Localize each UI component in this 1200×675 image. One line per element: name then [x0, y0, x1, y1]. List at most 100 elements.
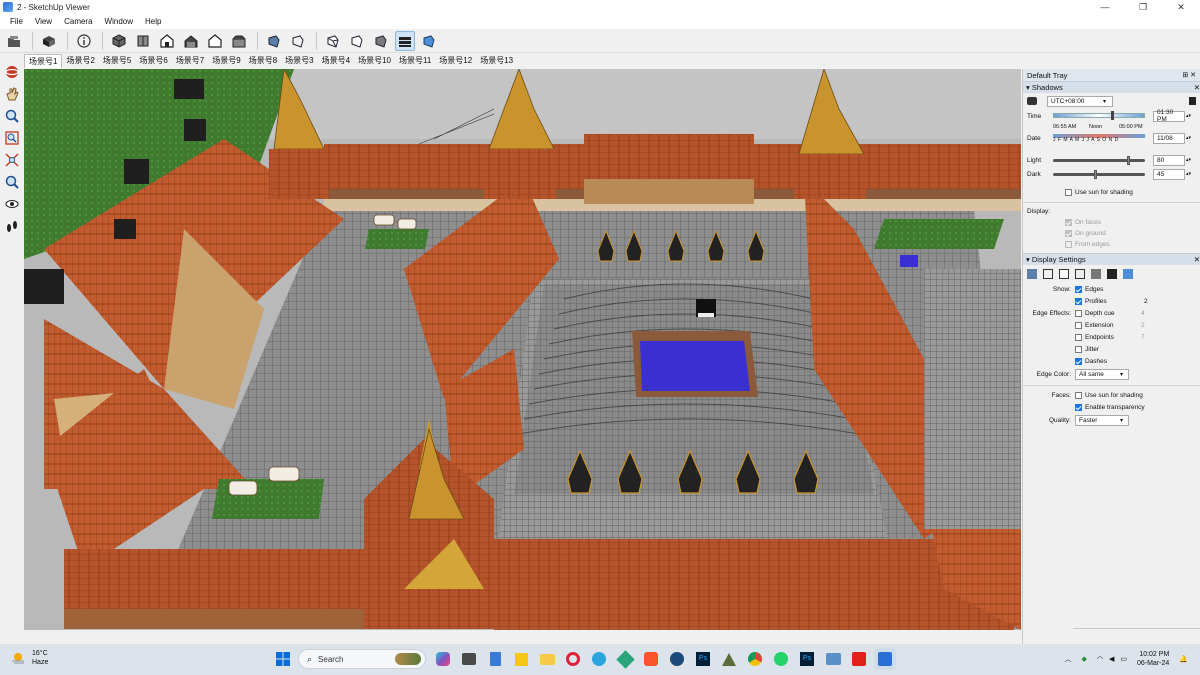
style-hidden-icon[interactable] [1059, 269, 1069, 279]
menu-help[interactable]: Help [145, 17, 161, 26]
sticky-notes-icon[interactable] [510, 648, 532, 670]
explorer-icon[interactable] [536, 648, 558, 670]
extension-value[interactable]: 2 [1141, 322, 1145, 329]
menu-window[interactable]: Window [105, 17, 133, 26]
menu-file[interactable]: File [10, 17, 23, 26]
scene-tab-9[interactable]: 场景号9 [208, 54, 244, 68]
xray-style-icon[interactable] [264, 31, 284, 51]
scene-tab-13[interactable]: 场景号13 [476, 54, 517, 68]
notepad-icon[interactable] [484, 648, 506, 670]
scene-tab-3[interactable]: 场景号3 [281, 54, 317, 68]
photoshop-icon[interactable]: Ps [692, 648, 714, 670]
dark-slider[interactable] [1053, 169, 1145, 179]
jitter-checkbox[interactable] [1075, 345, 1082, 353]
scene-tab-8[interactable]: 场景号8 [245, 54, 281, 68]
date-value-field[interactable]: 11/08 [1153, 132, 1185, 144]
maximize-button[interactable]: ❐ [1124, 0, 1162, 14]
close-button[interactable]: ✕ [1162, 0, 1200, 14]
previous-view-icon[interactable] [2, 172, 22, 192]
photoshop-icon-2[interactable]: Ps [796, 648, 818, 670]
tray-close-icon[interactable]: ⊞ ✕ [1182, 71, 1200, 79]
style-mono-icon[interactable] [1107, 269, 1117, 279]
copilot-icon[interactable] [432, 648, 454, 670]
time-slider[interactable] [1053, 113, 1145, 118]
photo-viewer-icon[interactable] [822, 648, 844, 670]
scene-tab-12[interactable]: 场景号12 [435, 54, 476, 68]
depth-cue-checkbox[interactable] [1075, 309, 1082, 317]
scene-tab-5[interactable]: 场景号5 [99, 54, 135, 68]
anydesk-icon[interactable] [614, 648, 636, 670]
right-view-icon[interactable] [181, 31, 201, 51]
dashes-checkbox[interactable] [1075, 357, 1082, 365]
dark-value-field[interactable]: 45 [1153, 168, 1185, 180]
style-wire-icon[interactable] [1043, 269, 1053, 279]
steam-icon[interactable] [666, 648, 688, 670]
autocad-icon[interactable] [718, 648, 740, 670]
light-slider[interactable] [1053, 155, 1145, 165]
shadow-toggle-icon[interactable] [1027, 97, 1037, 105]
iso-view-icon[interactable] [109, 31, 129, 51]
open-file-icon[interactable] [4, 31, 24, 51]
scene-tab-1[interactable]: 场景号1 [24, 54, 63, 68]
scene-tab-4[interactable]: 场景号4 [318, 54, 354, 68]
sketchup-viewer-icon[interactable] [874, 648, 896, 670]
shaded-style-icon[interactable] [347, 31, 367, 51]
edges-checkbox[interactable] [1075, 285, 1082, 293]
left-view-icon[interactable] [229, 31, 249, 51]
display-settings-section-header[interactable]: ▾ Display Settings ✕ [1023, 253, 1200, 265]
chrome-icon[interactable] [744, 648, 766, 670]
light-slider-knob[interactable] [1126, 155, 1130, 165]
style-shaded-icon[interactable] [1075, 269, 1085, 279]
extension-checkbox[interactable] [1075, 321, 1082, 329]
enable-transparency-checkbox[interactable] [1075, 403, 1082, 411]
shaded-textures-style-icon[interactable] [371, 31, 391, 51]
scene-tab-7[interactable]: 场景号7 [172, 54, 208, 68]
on-ground-checkbox[interactable] [1065, 230, 1072, 237]
scene-tab-11[interactable]: 场景号11 [395, 54, 435, 68]
dark-spinner-icon[interactable]: ▴▾ [1186, 171, 1191, 177]
top-view-icon[interactable] [133, 31, 153, 51]
menu-view[interactable]: View [35, 17, 52, 26]
light-value-field[interactable]: 80 [1153, 154, 1185, 166]
hidden-line-style-icon[interactable] [323, 31, 343, 51]
menu-camera[interactable]: Camera [64, 17, 92, 26]
show-hidden-icons-icon[interactable]: ︿ [1064, 654, 1071, 664]
3d-model-viewport[interactable] [24, 69, 1021, 630]
zoom-window-icon[interactable] [2, 128, 22, 148]
back-view-icon[interactable] [205, 31, 225, 51]
component-icon[interactable] [39, 31, 59, 51]
style-xray-toggle-icon[interactable] [1123, 269, 1133, 279]
from-edges-checkbox[interactable] [1065, 241, 1072, 248]
use-sun-checkbox[interactable] [1065, 188, 1072, 196]
scene-tab-6[interactable]: 场景号6 [135, 54, 171, 68]
endpoints-value[interactable]: 7 [1141, 334, 1145, 341]
model-info-icon[interactable] [74, 31, 94, 51]
notifications-icon[interactable]: 🔔 [1179, 655, 1188, 663]
time-value-field[interactable]: 01:30 PM [1153, 109, 1185, 123]
tray-resize-handle[interactable] [1073, 628, 1200, 636]
wireframe-style-icon[interactable] [288, 31, 308, 51]
shadows-section-header[interactable]: ▾ Shadows ✕ [1023, 81, 1200, 93]
time-spinner-icon[interactable]: ▴▾ [1186, 113, 1191, 119]
light-spinner-icon[interactable]: ▴▾ [1186, 157, 1191, 163]
weather-widget[interactable]: 16°C Haze [10, 649, 48, 667]
depth-cue-value[interactable]: 4 [1141, 310, 1145, 317]
faces-use-sun-checkbox[interactable] [1075, 391, 1082, 399]
date-spinner-icon[interactable]: ▴▾ [1186, 135, 1191, 141]
style-texture-icon[interactable] [1091, 269, 1101, 279]
walk-icon[interactable] [2, 216, 22, 236]
battery-icon[interactable]: ▭ [1120, 655, 1127, 663]
minimize-button[interactable]: — [1086, 0, 1124, 14]
profiles-value-field[interactable]: 2 [1141, 296, 1155, 307]
volume-icon[interactable]: ◀ [1109, 655, 1114, 663]
profiles-checkbox[interactable] [1075, 297, 1082, 305]
dark-slider-knob[interactable] [1094, 169, 1098, 179]
shadow-settings-icon[interactable] [1189, 97, 1196, 105]
xray-toggle-icon[interactable] [419, 31, 439, 51]
brave-icon[interactable] [640, 648, 662, 670]
on-faces-checkbox[interactable] [1065, 219, 1072, 226]
scene-tab-10[interactable]: 场景号10 [354, 54, 395, 68]
opera-icon[interactable] [562, 648, 584, 670]
time-slider-knob[interactable] [1111, 111, 1114, 120]
scene-tab-2[interactable]: 场景号2 [62, 54, 98, 68]
